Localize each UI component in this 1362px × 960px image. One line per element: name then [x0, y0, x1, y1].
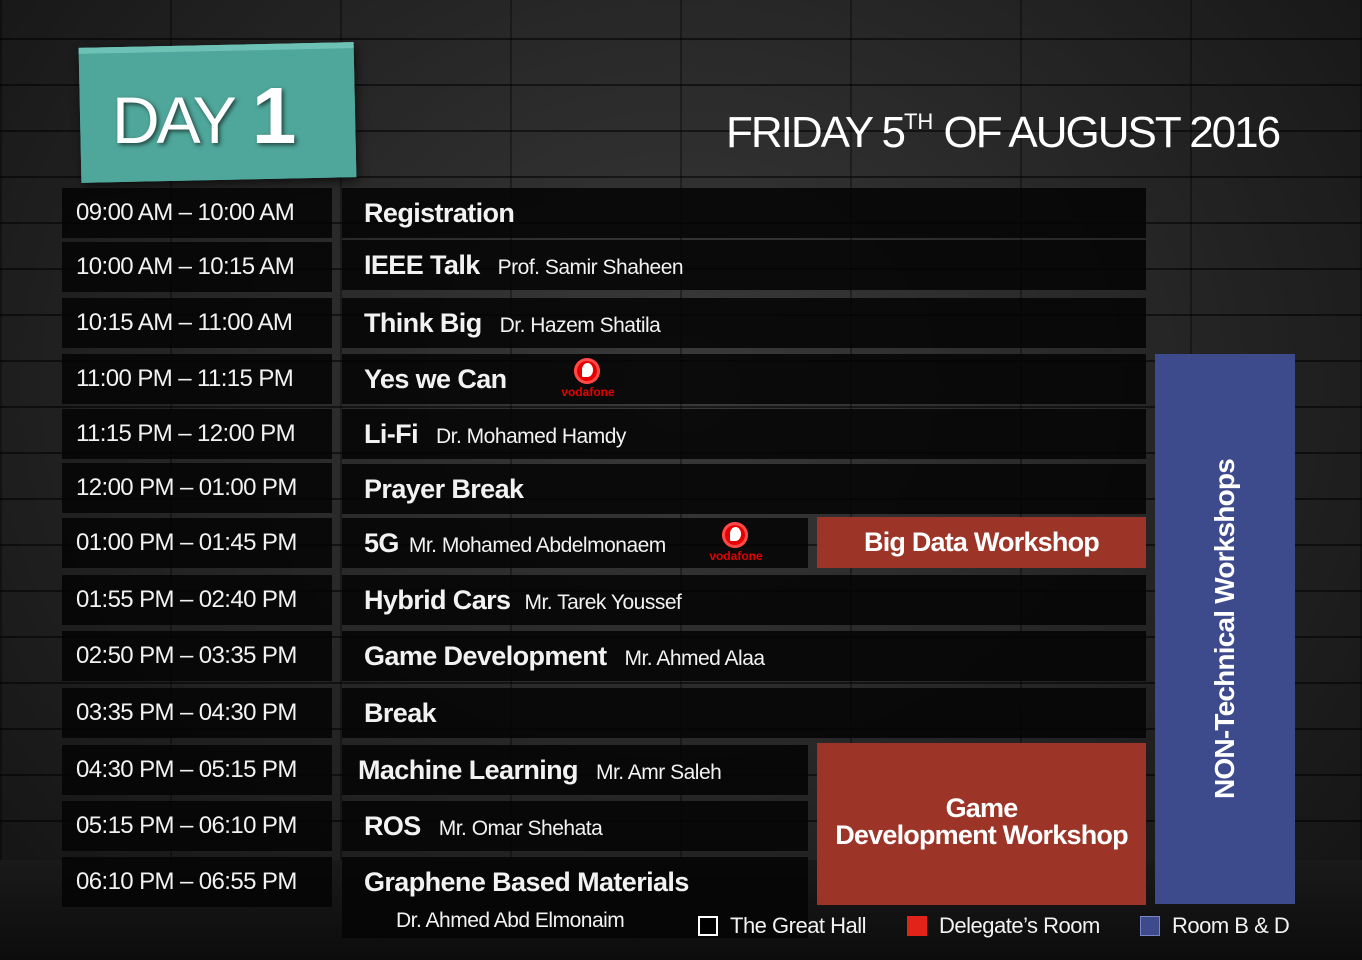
vodafone-icon	[574, 358, 600, 384]
session-row: Yes we Can	[342, 354, 1146, 404]
non-technical-label: NON-Technical Workshops	[1209, 459, 1240, 799]
vodafone-logo: vodafone	[558, 356, 618, 402]
time-slot: 02:50 PM – 03:35 PM	[62, 631, 332, 681]
legend-swatch	[1140, 916, 1160, 936]
legend-swatch	[907, 916, 927, 936]
session-speaker: Mr. Ahmed Alaa	[624, 647, 765, 670]
session-speaker: Dr. Mohamed Hamdy	[435, 425, 626, 448]
session-row: IEEE Talk Prof. Samir Shaheen	[342, 240, 1146, 290]
session-speaker: Mr. Tarek Youssef	[524, 591, 682, 614]
vodafone-wordmark: vodafone	[709, 549, 763, 563]
legend-label: Room B & D	[1172, 913, 1290, 938]
time-slot: 10:15 AM – 11:00 AM	[62, 298, 332, 348]
session-title: Machine Learning	[358, 755, 579, 785]
time-slot: 01:00 PM – 01:45 PM	[62, 518, 332, 568]
session-speaker: Prof. Samir Shaheen	[497, 256, 684, 279]
day-heading: DAY 1	[112, 70, 296, 162]
legend-swatch	[698, 916, 718, 936]
workshop-line: Development Workshop	[835, 820, 1128, 850]
day-label: DAY	[112, 83, 237, 157]
time-slot: 04:30 PM – 05:15 PM	[62, 745, 332, 795]
date-prefix: FRIDAY 5	[726, 108, 906, 157]
session-title: Yes we Can	[364, 364, 507, 394]
session-title: Registration	[364, 198, 515, 228]
session-title: Game Development	[364, 641, 607, 671]
session-row: Li-Fi Dr. Mohamed Hamdy	[342, 409, 1146, 459]
time-slot: 11:15 PM – 12:00 PM	[62, 409, 332, 459]
workshop-line: Game	[945, 793, 1019, 823]
session-row: Graphene Based Materials	[342, 857, 808, 907]
legend-item-delegates-room: Delegate’s Room	[907, 912, 1100, 940]
session-title: Hybrid Cars	[364, 585, 511, 615]
vodafone-wordmark: vodafone	[561, 385, 615, 399]
time-slot: 06:10 PM – 06:55 PM	[62, 857, 332, 907]
game-development-workshop: Game Development Workshop	[817, 743, 1146, 905]
time-slot: 11:00 PM – 11:15 PM	[62, 354, 332, 404]
time-slot: 01:55 PM – 02:40 PM	[62, 575, 332, 625]
session-row: Registration	[342, 188, 1146, 238]
vodafone-logo: vodafone	[706, 520, 766, 566]
session-row: Think Big Dr. Hazem Shatila	[342, 298, 1146, 348]
time-slot: 05:15 PM – 06:10 PM	[62, 801, 332, 851]
session-title: Graphene Based Materials	[364, 867, 689, 897]
session-row: Game Development Mr. Ahmed Alaa	[342, 631, 1146, 681]
session-row: Prayer Break	[342, 464, 1146, 514]
session-speaker: Mr. Omar Shehata	[438, 817, 603, 840]
big-data-workshop: Big Data Workshop	[817, 517, 1146, 568]
day-number: 1	[251, 71, 296, 160]
date-ordinal: TH	[903, 109, 934, 134]
time-slot: 12:00 PM – 01:00 PM	[62, 463, 332, 513]
legend-item-great-hall: The Great Hall	[698, 912, 867, 940]
legend-item-room-b-d: Room B & D	[1140, 912, 1290, 940]
session-row: Hybrid Cars Mr. Tarek Youssef	[342, 575, 1146, 625]
session-title: ROS	[364, 811, 421, 841]
session-speaker: Dr. Hazem Shatila	[499, 314, 661, 337]
session-speaker: Mr. Amr Saleh	[595, 761, 722, 784]
session-title: Prayer Break	[364, 474, 524, 504]
time-slot: 03:35 PM – 04:30 PM	[62, 688, 332, 738]
event-date: FRIDAY 5TH OF AUGUST 2016	[726, 108, 1282, 158]
session-title: Break	[364, 698, 437, 728]
session-row: Machine Learning Mr. Amr Saleh	[342, 745, 808, 795]
non-technical-workshops: NON-Technical Workshops	[1155, 354, 1295, 904]
session-title: IEEE Talk	[364, 250, 480, 280]
session-speaker: Mr. Mohamed Abdelmonaem	[408, 534, 666, 557]
time-slot: 10:00 AM – 10:15 AM	[62, 242, 332, 292]
session-row: ROS Mr. Omar Shehata	[342, 801, 808, 851]
legend-label: The Great Hall	[730, 913, 867, 938]
date-suffix: OF AUGUST 2016	[933, 108, 1282, 157]
session-title: Think Big	[364, 308, 482, 338]
session-row: Break	[342, 688, 1146, 738]
session-title: Li-Fi	[364, 419, 419, 449]
time-slot: 09:00 AM – 10:00 AM	[62, 188, 332, 238]
session-title: 5G	[364, 528, 399, 558]
vodafone-icon	[722, 522, 748, 548]
legend-label: Delegate’s Room	[939, 913, 1100, 938]
